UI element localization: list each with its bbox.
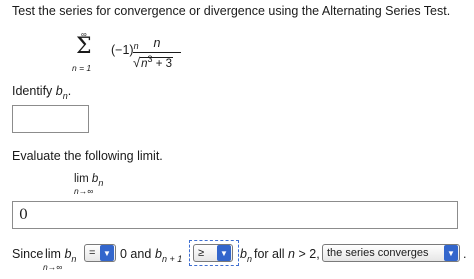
- chevron-down-icon: ▼: [444, 245, 458, 261]
- b-next: bn + 1: [155, 247, 183, 264]
- radicand: n3 + 3: [140, 54, 174, 70]
- sigma-symbol: Σ: [76, 34, 92, 59]
- identify-label: Identify bn.: [12, 84, 72, 101]
- conclusion-select-value: the series converges: [327, 247, 429, 259]
- b-current: bn: [240, 247, 252, 264]
- sum-lower-limit: n = 1: [72, 63, 91, 73]
- b-next-var: b: [155, 247, 162, 261]
- identify-sub: n: [62, 91, 68, 101]
- chevron-down-icon: ▼: [217, 245, 231, 261]
- alternating-base: (−1): [111, 43, 134, 57]
- since-lim-word: lim: [45, 247, 61, 261]
- b-cur-var: b: [240, 247, 247, 261]
- since-lim-sub: n: [71, 254, 77, 264]
- fraction-denominator: √n3 + 3: [133, 54, 181, 70]
- radicand-exponent: 3: [147, 54, 153, 64]
- limit-expression: lim bn: [74, 173, 104, 188]
- relation-select[interactable]: = ▼: [84, 244, 116, 262]
- since-lim-under: n→∞: [43, 262, 63, 272]
- bn-answer-input[interactable]: [12, 105, 89, 133]
- since-word: Since: [12, 247, 44, 261]
- for-all-suffix: > 2,: [295, 247, 320, 261]
- for-all-prefix: for all: [254, 247, 289, 261]
- identify-prefix: Identify: [12, 84, 56, 98]
- compare-select-value: ≥: [198, 247, 205, 259]
- fraction-numerator: n: [153, 36, 161, 50]
- b-cur-sub: n: [246, 254, 252, 264]
- series-fraction: n √n3 + 3: [133, 36, 181, 70]
- chevron-down-icon: ▼: [100, 245, 114, 261]
- identify-var: b: [55, 84, 63, 98]
- radicand-base: n: [141, 58, 148, 70]
- fraction-bar: [133, 52, 181, 53]
- sum-lower-limit-text: n = 1: [72, 63, 92, 73]
- limit-answer-input[interactable]: 0: [12, 201, 458, 229]
- for-all-text: for all n > 2,: [254, 247, 320, 261]
- instructions-text: Test the series for convergence or diver…: [12, 4, 451, 18]
- period: .: [463, 247, 467, 261]
- since-lim: lim bn: [45, 247, 77, 264]
- identify-suffix: .: [67, 84, 72, 98]
- radicand-rest: + 3: [152, 58, 173, 70]
- value-and: 0 and: [120, 247, 152, 261]
- compare-select[interactable]: ≥ ▼: [193, 244, 233, 262]
- conclusion-select[interactable]: the series converges ▼: [322, 244, 460, 262]
- lim-word: lim: [74, 173, 89, 185]
- b-next-sub: n + 1: [161, 254, 183, 264]
- evaluate-label: Evaluate the following limit.: [12, 149, 163, 163]
- lim-sub: n: [98, 178, 104, 188]
- relation-select-value: =: [89, 247, 96, 259]
- for-all-var: n: [288, 247, 295, 261]
- lim-under: n→∞: [74, 186, 94, 196]
- conclusion-row: Since lim bn n→∞ = ▼ 0 and bn + 1 ≥ ▼ bn…: [12, 240, 472, 272]
